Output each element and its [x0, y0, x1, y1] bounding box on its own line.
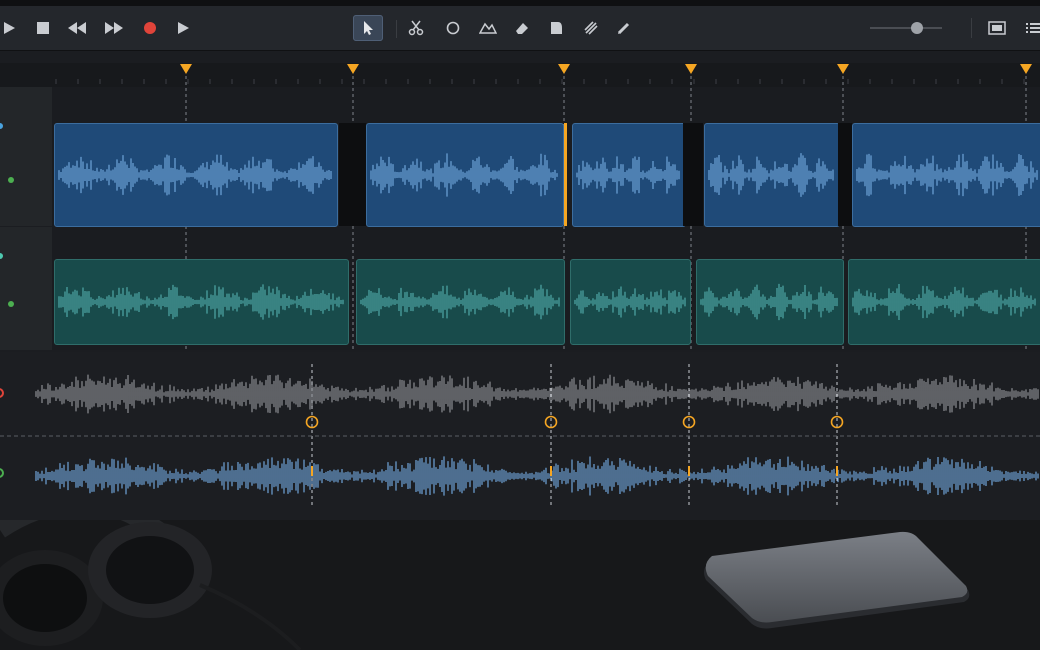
edit-cursor-line[interactable] — [564, 123, 567, 226]
audio-clip[interactable] — [366, 123, 564, 227]
waveform — [700, 283, 838, 321]
fast-forward-icon[interactable] — [101, 15, 127, 41]
slip-icon[interactable] — [578, 15, 604, 41]
waveform — [370, 153, 558, 197]
toolbar — [0, 6, 1040, 51]
record-icon[interactable] — [137, 15, 163, 41]
track-color-indicator — [0, 123, 3, 129]
audio-clip[interactable] — [852, 123, 1040, 227]
clip-gap — [838, 123, 852, 226]
loop-icon[interactable] — [440, 15, 466, 41]
zoom-slider-track[interactable] — [870, 22, 942, 34]
track-active-led[interactable] — [8, 177, 14, 183]
waveform — [576, 156, 680, 194]
waveform — [58, 154, 332, 196]
view-toggle-icon[interactable] — [984, 15, 1010, 41]
waveform — [360, 284, 560, 320]
scissors-icon[interactable] — [403, 15, 429, 41]
track-color-indicator — [0, 253, 3, 259]
crossfade-icon[interactable] — [475, 15, 501, 41]
audio-clip[interactable] — [570, 259, 691, 345]
pointer-icon[interactable] — [353, 15, 383, 41]
analysis-lane-gray — [0, 352, 1040, 436]
analysis-lane-blue — [0, 436, 1040, 520]
desk-surface — [0, 520, 1040, 650]
trackpad — [704, 531, 970, 629]
audio-clip[interactable] — [572, 123, 686, 227]
clip-gap — [683, 123, 703, 226]
headphones — [0, 520, 302, 650]
track-header-2[interactable] — [0, 227, 53, 350]
list-icon[interactable] — [1020, 15, 1040, 41]
toolbar-divider — [971, 18, 972, 38]
play-icon[interactable] — [170, 15, 196, 41]
audio-clip[interactable] — [848, 259, 1040, 345]
waveform — [574, 286, 686, 318]
track-active-led[interactable] — [8, 301, 14, 307]
waveform — [708, 153, 834, 197]
audio-clip[interactable] — [54, 259, 349, 345]
audio-clip[interactable] — [54, 123, 338, 227]
lane-indicator — [0, 388, 4, 398]
play-icon[interactable] — [0, 15, 22, 41]
waveform — [58, 284, 344, 320]
waveform — [852, 284, 1036, 320]
track-header-1[interactable] — [0, 87, 53, 226]
pencil-icon[interactable] — [611, 15, 637, 41]
zoom-slider-handle[interactable] — [910, 22, 923, 34]
eraser-icon[interactable] — [509, 15, 535, 41]
audio-clip[interactable] — [356, 259, 565, 345]
lane-indicator — [0, 468, 4, 478]
toolbar-divider — [396, 20, 397, 38]
audio-clip[interactable] — [696, 259, 844, 345]
waveform — [856, 153, 1038, 197]
timeline-ruler[interactable] — [0, 63, 1040, 87]
daw-window — [0, 0, 1040, 520]
rewind-icon[interactable] — [64, 15, 90, 41]
stop-icon[interactable] — [30, 15, 56, 41]
fade-icon[interactable] — [543, 15, 569, 41]
clip-gap — [339, 123, 366, 226]
audio-clip[interactable] — [704, 123, 840, 227]
